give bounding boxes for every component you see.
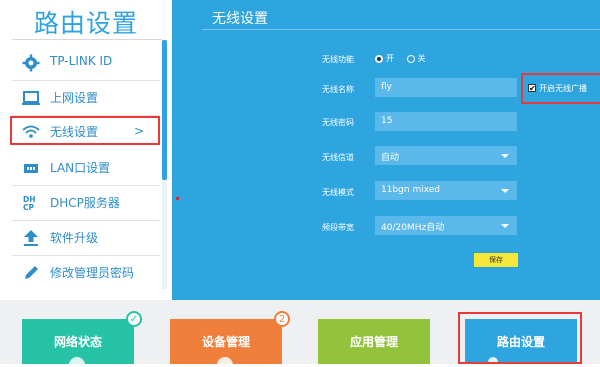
- wireless-off-label: 关: [417, 54, 426, 63]
- channel-select[interactable]: 自动: [375, 146, 517, 165]
- chevron-right-icon: >: [134, 124, 145, 138]
- sidebar-item-label: 上网设置: [50, 91, 99, 105]
- tile-label: 应用管理: [349, 335, 398, 349]
- sidebar-item-admin-password[interactable]: 修改管理员密码: [10, 258, 160, 287]
- wireless-function-label: 无线功能: [322, 55, 354, 64]
- password-input[interactable]: 15: [375, 112, 517, 131]
- wireless-function-radios: 开 关: [375, 53, 436, 64]
- tile-icon: [69, 357, 85, 367]
- gear-icon: [22, 54, 40, 72]
- sidebar-item-label: 修改管理员密码: [50, 266, 135, 280]
- divider: [12, 185, 160, 186]
- wifi-icon: [217, 357, 233, 367]
- broadcast-highlight: ✔ 开启无线广播: [521, 73, 600, 104]
- wireless-on-radio[interactable]: [375, 54, 383, 63]
- ssid-input[interactable]: fly: [375, 78, 517, 97]
- sidebar-item-upgrade[interactable]: 软件升级: [10, 223, 160, 256]
- divider: [202, 29, 600, 30]
- tile-network-status[interactable]: 网络状态: [22, 319, 134, 367]
- tile-device-management[interactable]: 设备管理: [170, 319, 282, 367]
- marker-dot: [176, 197, 179, 200]
- wireless-settings-panel: 无线设置 无线功能 开 关 无线名称 fly 无线密码 15 无线信道 自动 无…: [172, 0, 600, 300]
- mode-select[interactable]: 11bgn mixed: [375, 181, 517, 200]
- sidebar-item-label: DHCP服务器: [50, 196, 120, 210]
- tile-label: 设备管理: [201, 335, 250, 349]
- sidebar-item-wireless[interactable]: 无线设置 >: [10, 116, 160, 145]
- save-button[interactable]: 保存: [474, 253, 518, 267]
- upgrade-icon: [22, 229, 40, 247]
- broadcast-label: 开启无线广播: [539, 84, 587, 93]
- dhcp-icon: DH CP: [22, 194, 40, 212]
- sidebar-item-label: 无线设置: [50, 125, 99, 139]
- broadcast-checkbox[interactable]: ✔: [528, 84, 536, 93]
- tile-app-management[interactable]: 应用管理: [318, 319, 430, 364]
- divider: [12, 220, 160, 221]
- network-icon: [22, 159, 40, 177]
- page-title: 无线设置: [212, 11, 268, 27]
- sidebar-item-label: LAN口设置: [50, 161, 111, 175]
- sidebar-item-dhcp[interactable]: DH CP DHCP服务器: [10, 188, 160, 221]
- count-badge: 2: [274, 311, 290, 327]
- ssid-label: 无线名称: [322, 85, 354, 94]
- sidebar: 路由设置 TP-LINK ID 上网设置 无线设置 > LAN口设置 DHCP: [0, 0, 172, 300]
- pencil-icon: [22, 264, 40, 282]
- wifi-icon: [22, 123, 40, 141]
- tile-label: 网络状态: [53, 335, 102, 349]
- channel-label: 无线信道: [322, 153, 354, 162]
- mode-label: 无线模式: [322, 188, 354, 197]
- monitor-icon: [22, 89, 40, 107]
- password-label: 无线密码: [322, 118, 354, 127]
- divider: [12, 39, 162, 40]
- divider: [12, 255, 160, 256]
- bandwidth-label: 频段带宽: [322, 223, 354, 232]
- scrollbar-thumb[interactable]: [162, 40, 167, 180]
- router-settings-highlight: [458, 312, 582, 364]
- bandwidth-select[interactable]: 40/20MHz自动: [375, 216, 517, 235]
- wireless-on-label: 开: [386, 54, 394, 63]
- svg-text:CP: CP: [23, 203, 35, 212]
- wireless-off-radio[interactable]: [406, 54, 415, 63]
- sidebar-item-internet[interactable]: 上网设置: [10, 83, 160, 116]
- sidebar-item-lan[interactable]: LAN口设置: [10, 153, 160, 186]
- sidebar-item-tplink-id[interactable]: TP-LINK ID: [10, 48, 160, 81]
- sidebar-item-label: TP-LINK ID: [50, 54, 113, 68]
- check-badge-icon: ✓: [126, 311, 142, 327]
- sidebar-title: 路由设置: [34, 9, 139, 38]
- divider: [12, 80, 160, 81]
- sidebar-item-label: 软件升级: [50, 231, 99, 245]
